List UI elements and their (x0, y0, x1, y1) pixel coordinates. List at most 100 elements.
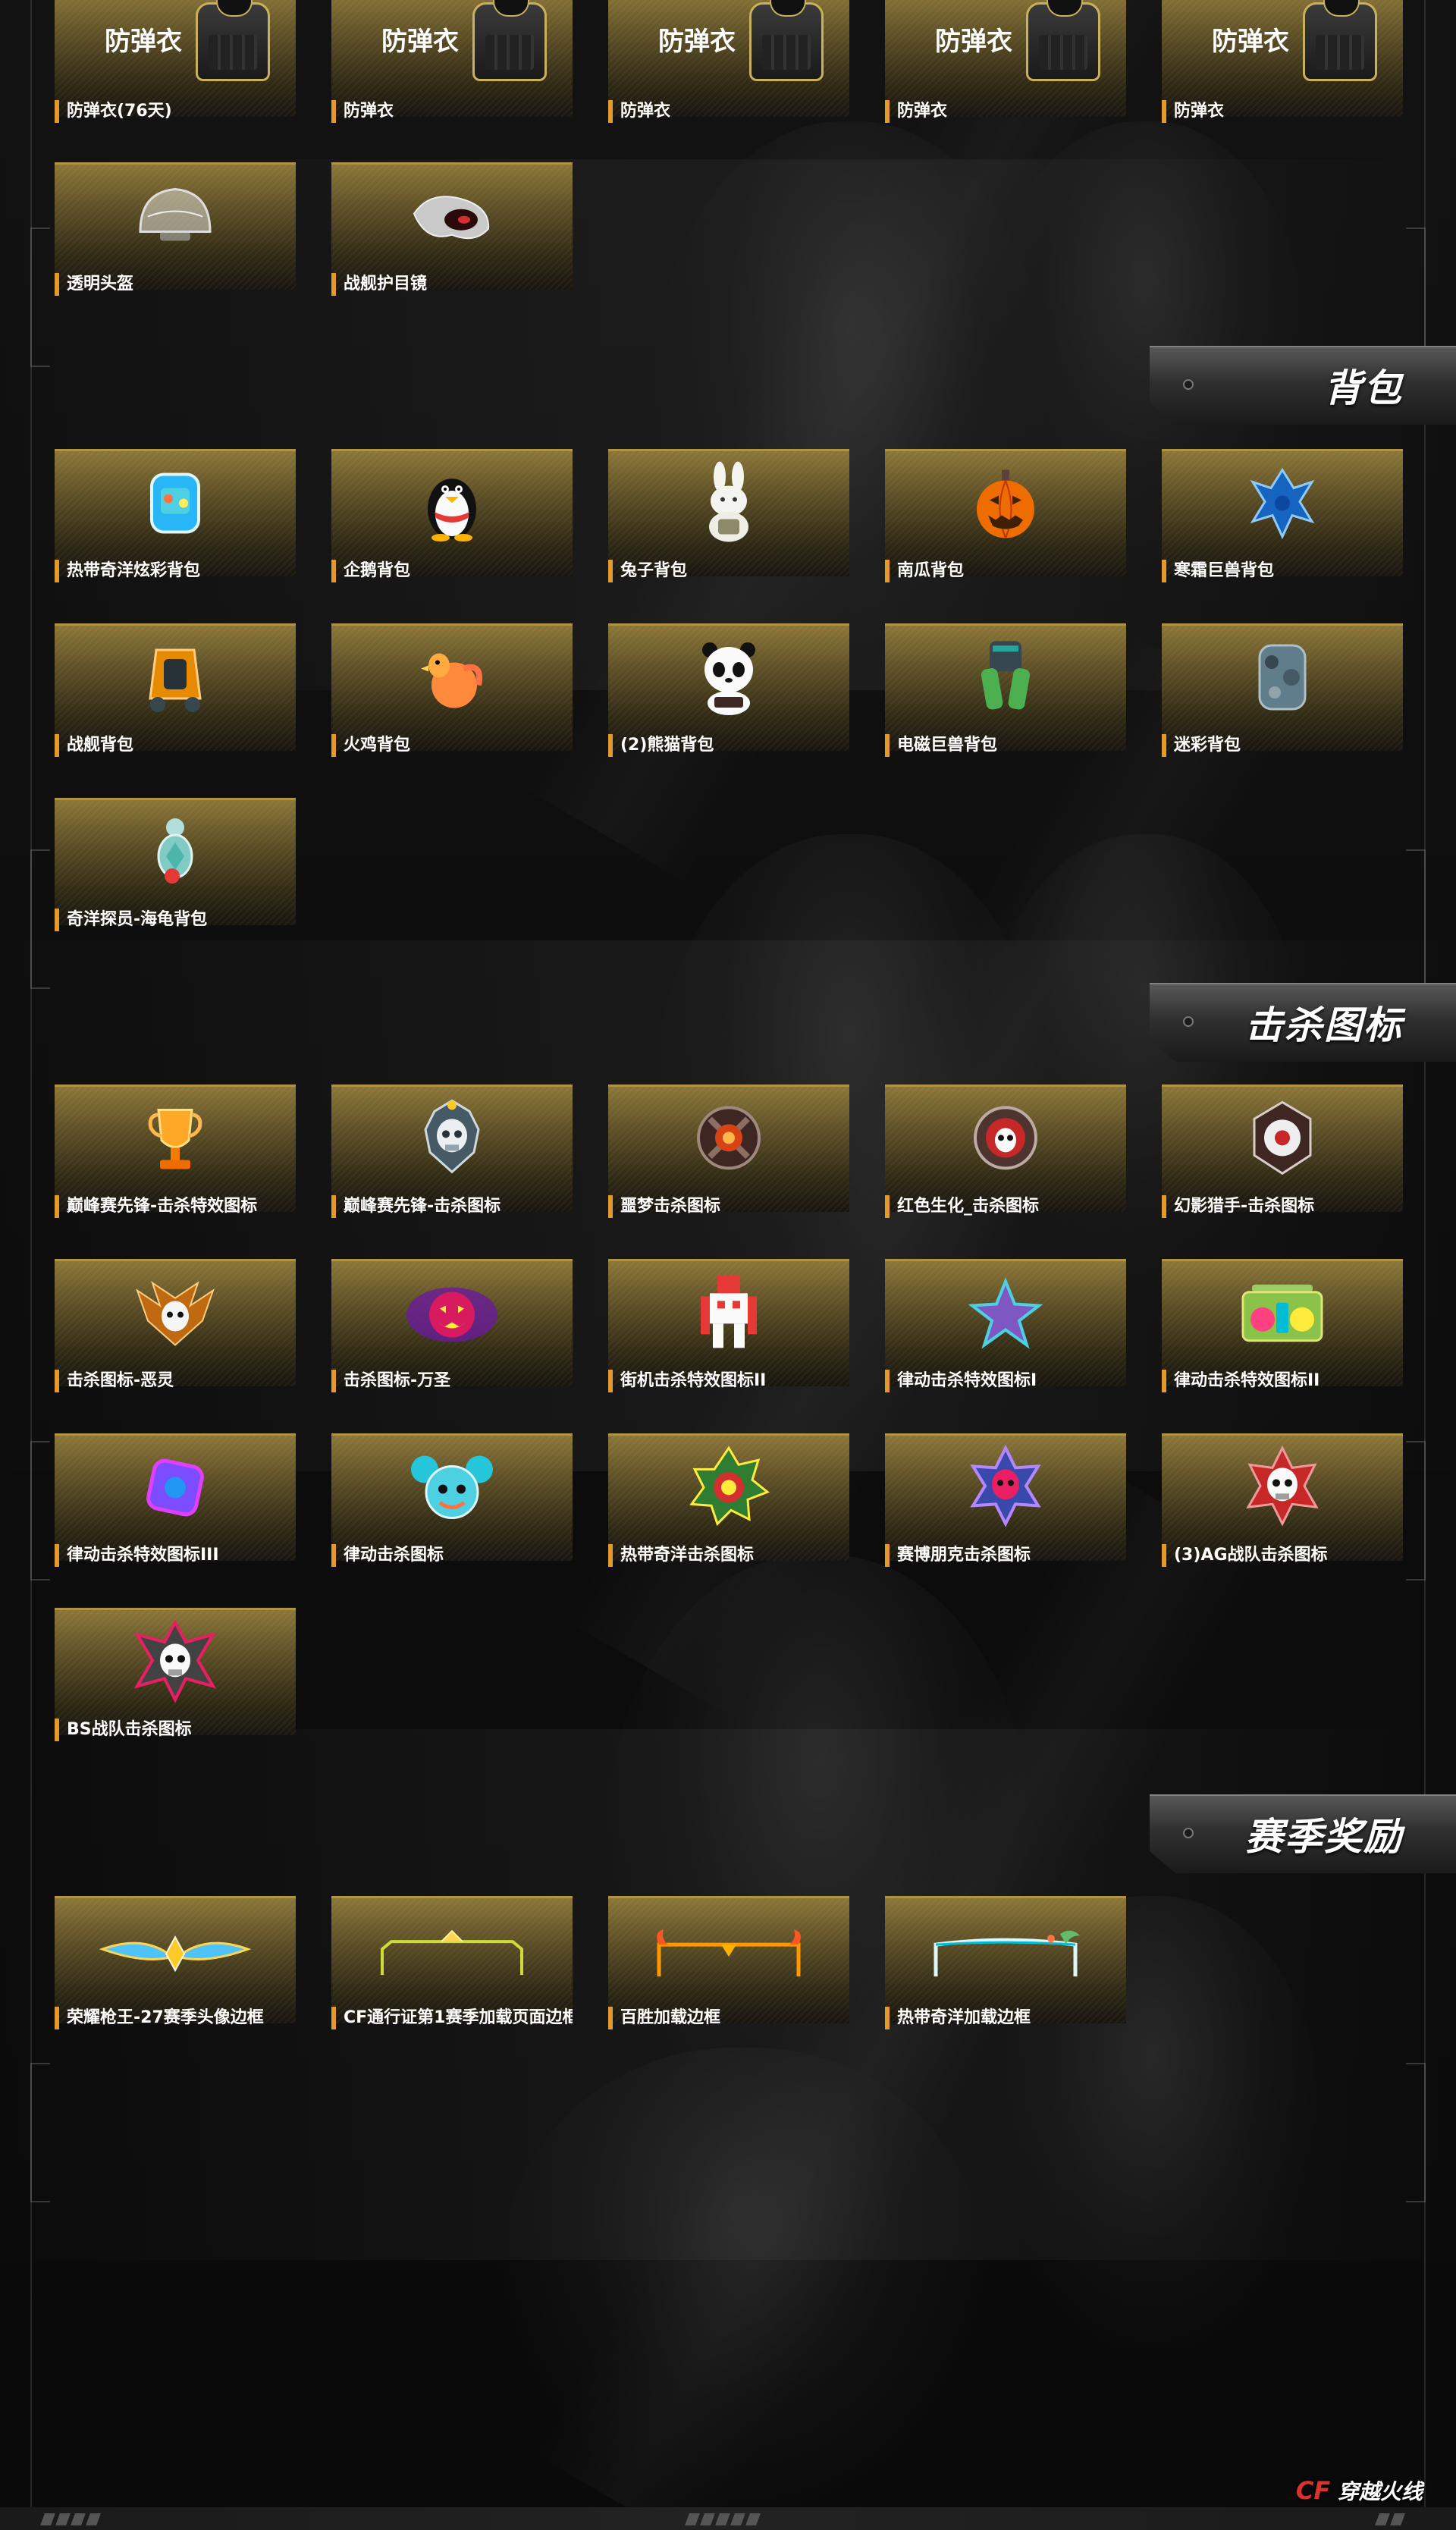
item-card[interactable]: BS战队击杀图标 (55, 1608, 296, 1753)
item-card[interactable]: 热带奇洋炫彩背包 (55, 449, 296, 595)
item-thumbnail (885, 1259, 1126, 1386)
bolt-icon (1183, 1828, 1194, 1838)
item-thumbnail (331, 623, 573, 751)
item-card[interactable]: 红色生化_击杀图标 (885, 1085, 1126, 1230)
item-card[interactable]: 火鸡背包 (331, 623, 573, 769)
item-label: 热带奇洋炫彩背包 (55, 560, 296, 582)
item-card[interactable]: 热带奇洋击杀图标 (608, 1433, 849, 1579)
bolt-icon (1183, 379, 1194, 390)
item-card[interactable]: 奇洋探员-海龟背包 (55, 798, 296, 943)
item-card[interactable]: 巅峰赛先锋-击杀特效图标 (55, 1085, 296, 1230)
header-plate (1150, 346, 1456, 425)
item-card[interactable]: 寒霜巨兽背包 (1162, 449, 1403, 595)
item-card[interactable]: 防弹衣 防弹衣 (608, 0, 849, 135)
item-label: 防弹衣 (1162, 100, 1403, 123)
item-thumbnail: 防弹衣 (885, 0, 1126, 117)
item-card[interactable]: 律动击杀特效图标I (885, 1259, 1126, 1405)
item-label: 防弹衣(76天) (55, 100, 296, 123)
item-thumbnail (608, 1259, 849, 1386)
item-label: 透明头盔 (55, 273, 296, 296)
item-card[interactable]: 街机击杀特效图标II (608, 1259, 849, 1405)
item-card[interactable]: 防弹衣 防弹衣(76天) (55, 0, 296, 135)
fire-frame-icon (653, 1926, 805, 1982)
item-label: 寒霜巨兽背包 (1162, 560, 1403, 582)
item-label: 企鹅背包 (331, 560, 573, 582)
item-card[interactable]: CF通行证第1赛季加载页面边框 (331, 1896, 573, 2042)
nightmare-emblem-icon (687, 1096, 770, 1182)
item-thumbnail (55, 798, 296, 925)
item-thumbnail (885, 449, 1126, 576)
item-card[interactable]: 百胜加载边框 (608, 1896, 849, 2042)
tropical-frame-icon (930, 1926, 1081, 1982)
item-thumbnail: 防弹衣 (1162, 0, 1403, 117)
em-beast-backpack-icon (971, 635, 1040, 721)
item-label: 噩梦击杀图标 (608, 1195, 849, 1218)
warship-backpack-icon (141, 638, 209, 720)
item-card[interactable]: 击杀图标-恶灵 (55, 1259, 296, 1405)
item-label: 赛博朋克击杀图标 (885, 1544, 1126, 1567)
evil-spirit-emblem-icon (130, 1275, 221, 1354)
thumb-text: 防弹衣 (105, 27, 182, 57)
item-card[interactable]: 律动击杀特效图标II (1162, 1259, 1403, 1405)
item-thumbnail: 防弹衣 (608, 0, 849, 117)
item-label: 律动击杀特效图标I (885, 1370, 1126, 1392)
item-card[interactable]: (3)AG战队击杀图标 (1162, 1433, 1403, 1579)
item-card[interactable]: 律动击杀特效图标III (55, 1433, 296, 1579)
item-card[interactable]: (2)熊猫背包 (608, 623, 849, 769)
item-card[interactable]: 防弹衣 防弹衣 (331, 0, 573, 135)
rhythm-star-icon (968, 1275, 1043, 1354)
item-label: CF通行证第1赛季加载页面边框 (331, 2007, 573, 2029)
item-thumbnail: 防弹衣 (331, 0, 573, 117)
item-card[interactable]: 迷彩背包 (1162, 623, 1403, 769)
item-card[interactable]: 防弹衣 防弹衣 (1162, 0, 1403, 135)
item-card[interactable]: 巅峰赛先锋-击杀图标 (331, 1085, 573, 1230)
arcade-robot-icon (695, 1270, 763, 1357)
item-thumbnail (885, 1433, 1126, 1561)
item-card[interactable]: 战舰护目镜 (331, 162, 573, 308)
item-card[interactable]: 幻影猎手-击杀图标 (1162, 1085, 1403, 1230)
item-card[interactable]: 防弹衣 防弹衣 (885, 0, 1126, 135)
item-card[interactable]: 兔子背包 (608, 449, 849, 595)
item-card[interactable]: 击杀图标-万圣 (331, 1259, 573, 1405)
section-header-kill-icons: 击杀图标 (1150, 983, 1456, 1062)
section-header-season-rewards: 赛季奖励 (1150, 1794, 1456, 1873)
item-thumbnail (331, 1896, 573, 2023)
thumb-text: 防弹衣 (935, 27, 1012, 57)
section-header-backpack: 背包 (1150, 346, 1456, 425)
item-card[interactable]: 赛博朋克击杀图标 (885, 1433, 1126, 1579)
item-thumbnail (331, 162, 573, 290)
phantom-hunter-emblem-icon (1241, 1096, 1324, 1182)
section-title: 击杀图标 (1245, 1003, 1403, 1047)
cyberpunk-skull-icon (964, 1444, 1047, 1531)
item-card[interactable]: 企鹅背包 (331, 449, 573, 595)
item-thumbnail (331, 1085, 573, 1212)
item-label: 巅峰赛先锋-击杀特效图标 (55, 1195, 296, 1218)
armor-vest-icon (196, 0, 270, 81)
item-label: 律动击杀特效图标III (55, 1544, 296, 1567)
panda-backpack-icon (695, 638, 763, 720)
item-thumbnail (608, 1085, 849, 1212)
item-card[interactable]: 南瓜背包 (885, 449, 1126, 595)
item-thumbnail (55, 1259, 296, 1386)
item-card[interactable]: 战舰背包 (55, 623, 296, 769)
item-label: 奇洋探员-海龟背包 (55, 909, 296, 931)
winged-skull-emblem-icon (410, 1096, 494, 1182)
item-card[interactable]: 电磁巨兽背包 (885, 623, 1126, 769)
bottom-decoration (1375, 2513, 1405, 2525)
item-label: BS战队击杀图标 (55, 1719, 296, 1741)
item-label: 热带奇洋击杀图标 (608, 1544, 849, 1567)
rabbit-backpack-icon (698, 461, 759, 546)
item-card[interactable]: 透明头盔 (55, 162, 296, 308)
item-card[interactable]: 噩梦击杀图标 (608, 1085, 849, 1230)
item-thumbnail (55, 1085, 296, 1212)
item-label: 战舰背包 (55, 734, 296, 757)
thumb-text: 防弹衣 (1212, 27, 1289, 57)
item-card[interactable]: 荣耀枪王-27赛季头像边框 (55, 1896, 296, 2042)
item-label: 迷彩背包 (1162, 734, 1403, 757)
item-card[interactable]: 律动击杀图标 (331, 1433, 573, 1579)
item-thumbnail (608, 1896, 849, 2023)
bottom-decoration (685, 2513, 761, 2525)
item-card[interactable]: 热带奇洋加载边框 (885, 1896, 1126, 2042)
item-thumbnail (331, 1259, 573, 1386)
bottom-bar (0, 2507, 1456, 2530)
